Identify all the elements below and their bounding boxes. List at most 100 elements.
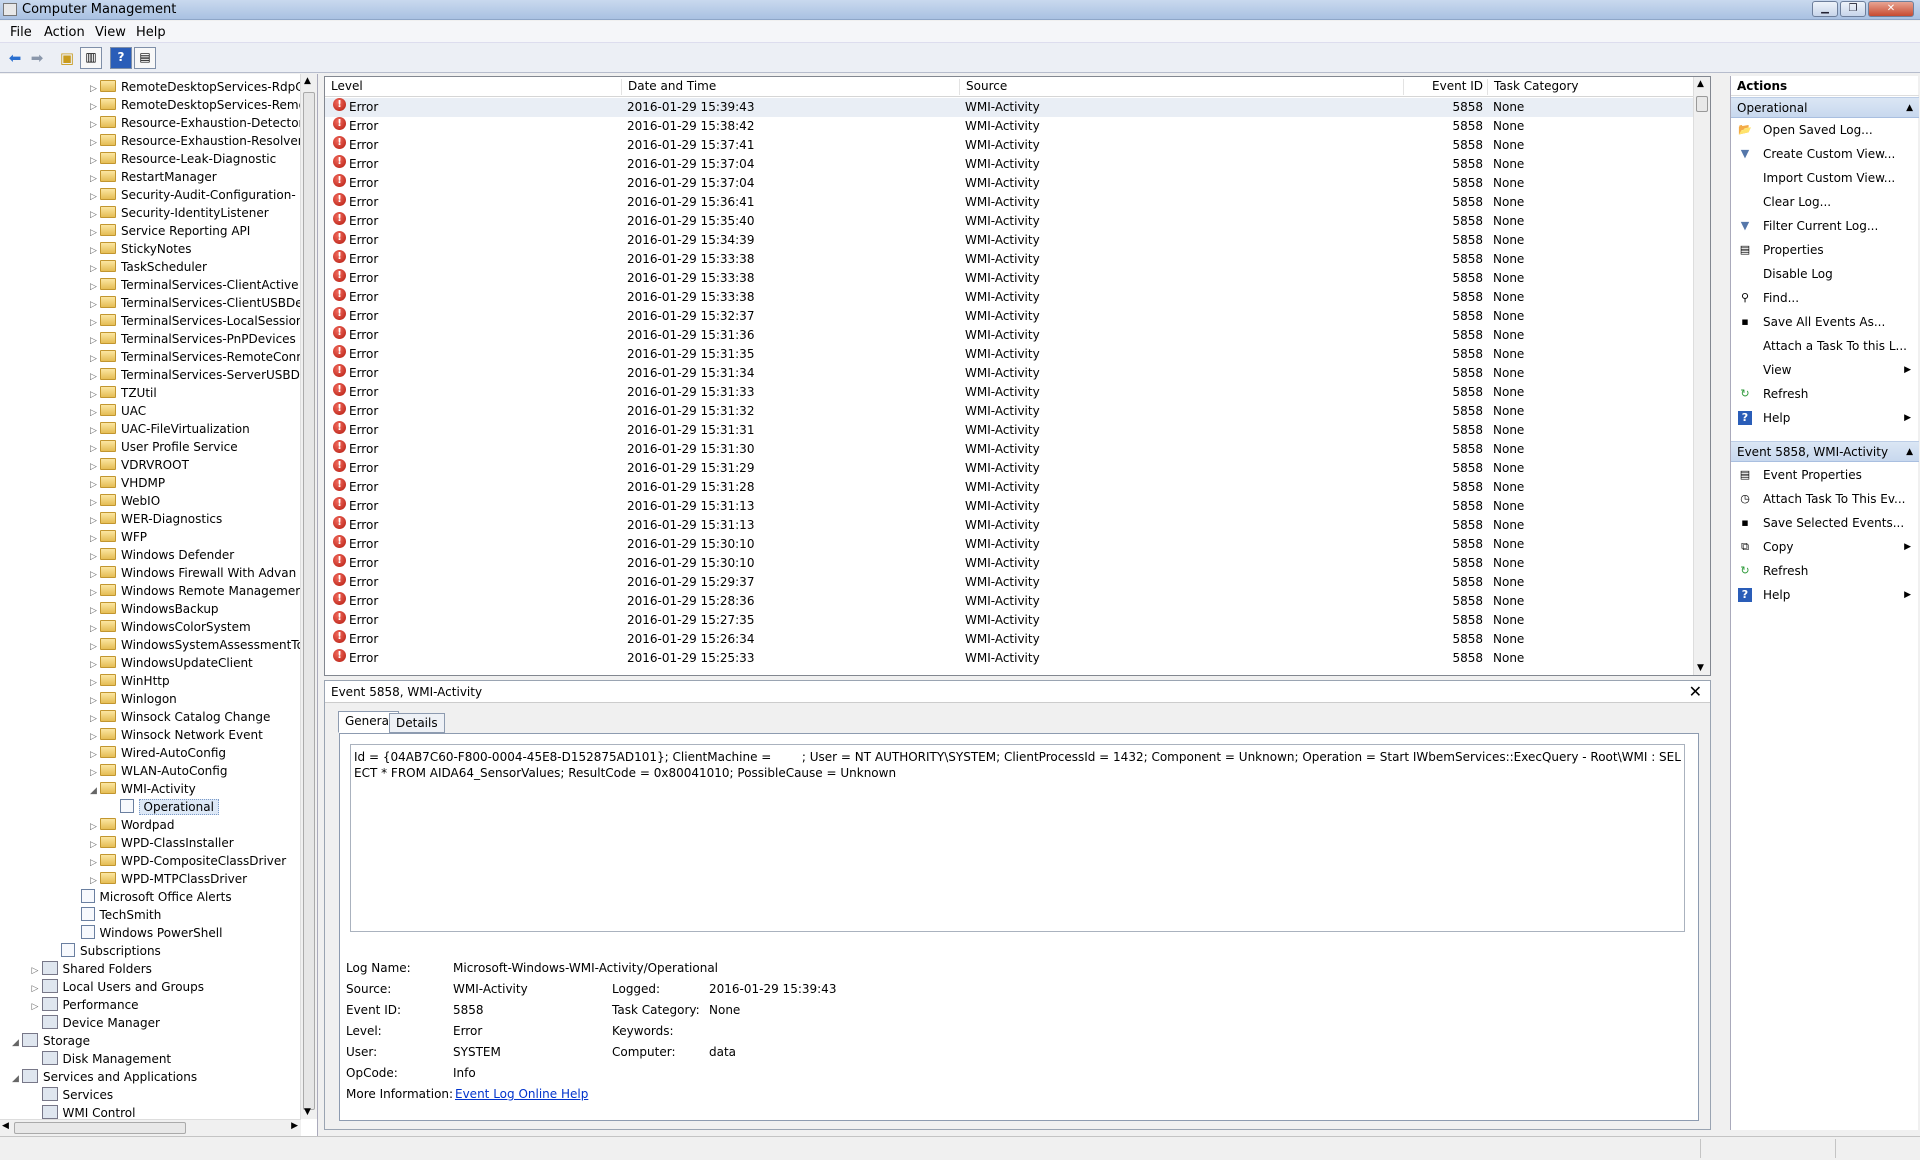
tree-item[interactable]: ▷ Wired-AutoConfig bbox=[90, 744, 226, 762]
menu-view[interactable]: View bbox=[95, 25, 126, 40]
event-log-online-help-link[interactable]: Event Log Online Help bbox=[455, 1087, 588, 1101]
tree-item[interactable]: ▷ VHDMP bbox=[90, 474, 165, 492]
tree-item[interactable]: ▷ Performance bbox=[32, 996, 139, 1014]
table-row[interactable]: ! Error 2016-01-29 15:33:38 WMI-Activity 585… bbox=[325, 269, 1695, 288]
tree-item[interactable]: TechSmith bbox=[71, 906, 161, 924]
table-row[interactable]: ! Error 2016-01-29 15:33:38 WMI-Activity 585… bbox=[325, 288, 1695, 307]
tree-item[interactable]: ▷ TaskScheduler bbox=[90, 258, 207, 276]
expand-arrow-icon[interactable]: ◢ bbox=[90, 782, 100, 800]
tree-item[interactable]: ▷ WLAN-AutoConfig bbox=[90, 762, 227, 780]
action-attach-a-task-to-this-l[interactable]: Attach a Task To this L... bbox=[1731, 336, 1919, 356]
table-row[interactable]: ! Error 2016-01-29 15:37:41 WMI-Activity 585… bbox=[325, 136, 1695, 155]
table-row[interactable]: ! Error 2016-01-29 15:31:13 WMI-Activity 585… bbox=[325, 497, 1695, 516]
action-copy[interactable]: ⧉ Copy ▶ bbox=[1731, 537, 1919, 557]
section-event[interactable]: Event 5858, WMI-Activity ▲ bbox=[1731, 441, 1919, 462]
tree-item[interactable]: Services bbox=[32, 1086, 113, 1104]
tree-item[interactable]: ▷ WPD-CompositeClassDriver bbox=[90, 852, 286, 870]
tree-item[interactable]: ▷ TerminalServices-ClientActive bbox=[90, 276, 299, 294]
tree-item[interactable]: ▷ WinHttp bbox=[90, 672, 170, 690]
tree-item[interactable]: ▷ Resource-Exhaustion-Detector bbox=[90, 114, 303, 132]
scroll-right-icon[interactable]: ▶ bbox=[291, 1121, 298, 1131]
action-disable-log[interactable]: Disable Log bbox=[1731, 264, 1919, 284]
tree-item[interactable]: ▷ Wordpad bbox=[90, 816, 174, 834]
forward-arrow-icon[interactable]: ➡ bbox=[26, 47, 48, 69]
table-row[interactable]: ! Error 2016-01-29 15:38:42 WMI-Activity 585… bbox=[325, 117, 1695, 136]
table-row[interactable]: ! Error 2016-01-29 15:31:29 WMI-Activity 585… bbox=[325, 459, 1695, 478]
up-folder-icon[interactable]: ▣ bbox=[56, 47, 78, 69]
table-row[interactable]: ! Error 2016-01-29 15:31:36 WMI-Activity 585… bbox=[325, 326, 1695, 345]
scroll-up-icon[interactable]: ▲ bbox=[1697, 79, 1704, 89]
tree-item[interactable]: ▷ WindowsUpdateClient bbox=[90, 654, 253, 672]
tree-item[interactable]: ▷ WPD-ClassInstaller bbox=[90, 834, 234, 852]
table-row[interactable]: ! Error 2016-01-29 15:31:35 WMI-Activity 585… bbox=[325, 345, 1695, 364]
action-view[interactable]: View ▶ bbox=[1731, 360, 1919, 380]
tab-details[interactable]: Details bbox=[389, 713, 445, 733]
tree-item[interactable]: ▷ UAC bbox=[90, 402, 146, 420]
tree-item[interactable]: ▷ Security-IdentityListener bbox=[90, 204, 269, 222]
tree-item[interactable]: Subscriptions bbox=[51, 942, 161, 960]
tree-item[interactable]: Operational bbox=[110, 798, 219, 816]
expand-arrow-icon[interactable]: ◢ bbox=[12, 1034, 22, 1052]
tree-item[interactable]: ▷ RemoteDesktopServices-Remo bbox=[90, 96, 306, 114]
tree-item[interactable]: ▷ Winlogon bbox=[90, 690, 177, 708]
action-clear-log[interactable]: Clear Log... bbox=[1731, 192, 1919, 212]
table-row[interactable]: ! Error 2016-01-29 15:36:41 WMI-Activity 585… bbox=[325, 193, 1695, 212]
table-row[interactable]: ! Error 2016-01-29 15:34:39 WMI-Activity 585… bbox=[325, 231, 1695, 250]
tree-item[interactable]: ▷ Local Users and Groups bbox=[32, 978, 204, 996]
table-row[interactable]: ! Error 2016-01-29 15:37:04 WMI-Activity 585… bbox=[325, 155, 1695, 174]
tree-item[interactable]: ▷ TerminalServices-ClientUSBDe bbox=[90, 294, 303, 312]
scroll-thumb[interactable] bbox=[303, 92, 315, 1110]
tree-item[interactable]: ▷ TerminalServices-ServerUSBDe bbox=[90, 366, 307, 384]
scroll-thumb[interactable] bbox=[14, 1122, 186, 1134]
table-row[interactable]: ! Error 2016-01-29 15:30:10 WMI-Activity 585… bbox=[325, 554, 1695, 573]
table-row[interactable]: ! Error 2016-01-29 15:31:31 WMI-Activity 585… bbox=[325, 421, 1695, 440]
action-help[interactable]: ? Help ▶ bbox=[1731, 408, 1919, 428]
tree-item[interactable]: ◢ Storage bbox=[12, 1032, 90, 1050]
tree-item[interactable]: ▷ Resource-Leak-Diagnostic bbox=[90, 150, 276, 168]
table-row[interactable]: ! Error 2016-01-29 15:31:33 WMI-Activity 585… bbox=[325, 383, 1695, 402]
table-row[interactable]: ! Error 2016-01-29 15:31:34 WMI-Activity 585… bbox=[325, 364, 1695, 383]
action-create-custom-view[interactable]: ▼ Create Custom View... bbox=[1731, 144, 1919, 164]
tree-item[interactable]: ▷ Security-Audit-Configuration- bbox=[90, 186, 296, 204]
show-hide-tree-icon[interactable]: ▥ bbox=[80, 47, 102, 69]
table-row[interactable]: ! Error 2016-01-29 15:35:40 WMI-Activity 585… bbox=[325, 212, 1695, 231]
scroll-left-icon[interactable]: ◀ bbox=[2, 1121, 9, 1131]
collapse-up-icon[interactable]: ▲ bbox=[1906, 442, 1913, 462]
table-row[interactable]: ! Error 2016-01-29 15:37:04 WMI-Activity 585… bbox=[325, 174, 1695, 193]
tree-item[interactable]: ▷ TerminalServices-PnPDevices bbox=[90, 330, 296, 348]
close-button[interactable]: ✕ bbox=[1868, 1, 1914, 17]
tree-item[interactable]: ▷ TerminalServices-RemoteConr bbox=[90, 348, 301, 366]
close-detail-icon[interactable]: ✕ bbox=[1689, 682, 1702, 701]
tree-item[interactable]: ▷ TerminalServices-LocalSessior bbox=[90, 312, 301, 330]
table-row[interactable]: ! Error 2016-01-29 15:32:37 WMI-Activity 585… bbox=[325, 307, 1695, 326]
event-list-scrollbar[interactable]: ▲ ▼ bbox=[1693, 77, 1710, 675]
event-description[interactable]: Id = {04AB7C60-F800-0004-45E8-D152875AD1… bbox=[350, 744, 1685, 932]
table-row[interactable]: ! Error 2016-01-29 15:31:32 WMI-Activity 585… bbox=[325, 402, 1695, 421]
action-help[interactable]: ? Help ▶ bbox=[1731, 585, 1919, 605]
tree-item[interactable]: ▷ User Profile Service bbox=[90, 438, 238, 456]
tree-item[interactable]: ◢ Services and Applications bbox=[12, 1068, 197, 1086]
table-row[interactable]: ! Error 2016-01-29 15:28:36 WMI-Activity 585… bbox=[325, 592, 1695, 611]
table-row[interactable]: ! Error 2016-01-29 15:39:43 WMI-Activity 585… bbox=[325, 98, 1695, 117]
tree-item[interactable]: ▷ Winsock Network Event bbox=[90, 726, 263, 744]
table-row[interactable]: ! Error 2016-01-29 15:33:38 WMI-Activity 585… bbox=[325, 250, 1695, 269]
tree-item[interactable]: ▷ Resource-Exhaustion-Resolver bbox=[90, 132, 303, 150]
action-refresh[interactable]: ↻ Refresh bbox=[1731, 384, 1919, 404]
scroll-thumb[interactable] bbox=[1696, 96, 1708, 112]
tree-item[interactable]: Device Manager bbox=[32, 1014, 160, 1032]
action-filter-current-log[interactable]: ▼ Filter Current Log... bbox=[1731, 216, 1919, 236]
tree-vertical-scrollbar[interactable]: ▲ ▼ bbox=[300, 74, 317, 1119]
table-row[interactable]: ! Error 2016-01-29 15:29:37 WMI-Activity 585… bbox=[325, 573, 1695, 592]
action-save-all-events-as[interactable]: ▪ Save All Events As... bbox=[1731, 312, 1919, 332]
help-icon[interactable]: ? bbox=[110, 47, 132, 69]
tree-item[interactable]: ▷ TZUtil bbox=[90, 384, 157, 402]
action-import-custom-view[interactable]: Import Custom View... bbox=[1731, 168, 1919, 188]
table-row[interactable]: ! Error 2016-01-29 15:31:13 WMI-Activity 585… bbox=[325, 516, 1695, 535]
back-arrow-icon[interactable]: ⬅ bbox=[4, 47, 26, 69]
tree-item[interactable]: ◢ WMI-Activity bbox=[90, 780, 196, 798]
tree-item[interactable]: ▷ WindowsBackup bbox=[90, 600, 219, 618]
section-operational[interactable]: Operational ▲ bbox=[1731, 97, 1919, 118]
table-row[interactable]: ! Error 2016-01-29 15:31:28 WMI-Activity 585… bbox=[325, 478, 1695, 497]
tree-item[interactable]: ▷ WPD-MTPClassDriver bbox=[90, 870, 247, 888]
tree-item[interactable]: ▷ Windows Firewall With Advan bbox=[90, 564, 296, 582]
